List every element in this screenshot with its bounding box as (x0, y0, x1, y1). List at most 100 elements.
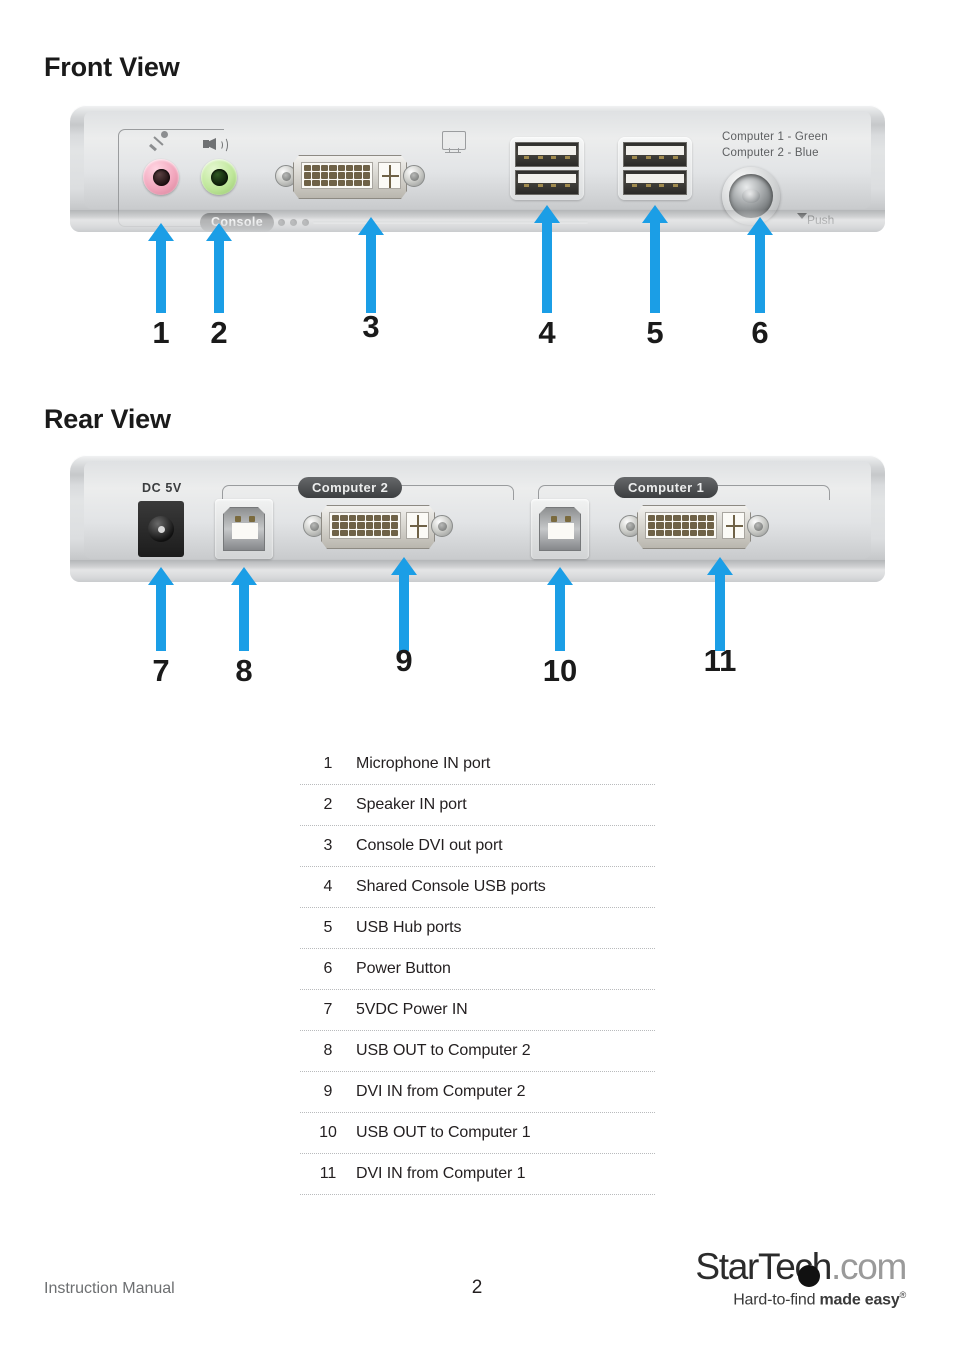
dvi-in-computer1-port (619, 503, 769, 551)
callout-number: 2 (210, 315, 228, 350)
shared-console-usb-ports (510, 137, 584, 200)
legend-description: Power Button (356, 960, 451, 977)
logo-wordmark: StarTech.com (678, 1246, 907, 1288)
legend-description: Shared Console USB ports (356, 878, 546, 895)
dc-power-label: DC 5V (142, 481, 182, 495)
logo-wordmark-secondary: .com (831, 1246, 907, 1287)
push-caret-icon (797, 213, 807, 219)
usb-out-computer1-port (531, 499, 589, 559)
dvi-analog-pins (406, 512, 429, 539)
port-legend-table: 1 Microphone IN port 2 Speaker IN port 3… (300, 744, 655, 1195)
legend-description: DVI IN from Computer 1 (356, 1165, 526, 1182)
usb-port-upper (515, 142, 579, 167)
callout-number: 5 (646, 315, 664, 350)
usb-b-cavity (539, 507, 581, 551)
table-row: 11 DVI IN from Computer 1 (300, 1154, 655, 1195)
microphone-in-jack (143, 159, 179, 195)
manual-page: Front View Console Computer 1 - Green Co… (0, 0, 954, 1345)
computer2-badge: Computer 2 (298, 477, 403, 498)
dvi-pin-field (301, 162, 373, 189)
legend-number: 3 (323, 837, 333, 854)
table-row: 9 DVI IN from Computer 2 (300, 1072, 655, 1113)
monitor-icon-frame (442, 131, 468, 155)
logo-dot-icon (798, 1265, 820, 1287)
dc-jack-pin (157, 525, 165, 533)
callout-number: 3 (362, 309, 380, 344)
dvi-screw-right (403, 165, 425, 187)
speaker-jack-hole (210, 168, 228, 186)
dvi-pin-field (329, 512, 401, 539)
computer1-badge: Computer 1 (614, 477, 719, 498)
callout-number: 7 (152, 653, 170, 688)
logo-tagline: Hard-to-find made easy® (678, 1290, 906, 1309)
legend-description: USB Hub ports (356, 919, 462, 936)
front-view-heading: Front View (44, 52, 180, 82)
tagline-bold: made easy (819, 1291, 900, 1309)
dvi-pin-field (645, 512, 717, 539)
front-view-figure: Console Computer 1 - Green Computer 2 - … (70, 105, 885, 350)
microphone-jack-hole (152, 168, 170, 186)
dvi-analog-pins (722, 512, 745, 539)
callout-number: 4 (538, 315, 556, 350)
legend-number: 8 (323, 1042, 333, 1059)
legend-number: 5 (323, 919, 333, 936)
legend-description: USB OUT to Computer 2 (356, 1042, 531, 1059)
usb-hub-port-lower (623, 170, 687, 195)
legend-description: Speaker IN port (356, 796, 467, 813)
legend-number: 1 (323, 755, 333, 772)
usb-out-computer2-port (215, 499, 273, 559)
switch-note-line-2: Computer 2 - Blue (722, 147, 819, 159)
legend-description: 5VDC Power IN (356, 1001, 468, 1018)
table-row: 8 USB OUT to Computer 2 (300, 1031, 655, 1072)
legend-number: 11 (319, 1165, 337, 1182)
callout-number: 9 (395, 643, 413, 678)
callout-number: 10 (542, 653, 578, 688)
usb-b-cavity (223, 507, 265, 551)
usb-port-lower (515, 170, 579, 195)
usb-hub-ports (618, 137, 692, 200)
microphone-icon (148, 131, 170, 155)
dvi-in-computer2-port (303, 503, 453, 551)
dvi-screw-right (747, 515, 769, 537)
tagline-light: Hard-to-find (733, 1291, 820, 1309)
power-button-cap (729, 174, 773, 218)
legend-number: 4 (323, 878, 333, 895)
legend-description: USB OUT to Computer 1 (356, 1124, 531, 1141)
callout-number: 11 (703, 643, 737, 678)
push-label: Push (807, 213, 835, 227)
table-row: 6 Power Button (300, 949, 655, 990)
rear-view-figure: DC 5V Computer 2 Computer 1 7 8 9 10 11 (70, 455, 885, 688)
rear-view-heading: Rear View (44, 404, 171, 434)
speaker-icon (203, 135, 229, 153)
legend-number: 7 (323, 1001, 333, 1018)
callout-number: 1 (152, 315, 170, 350)
table-row: 3 Console DVI out port (300, 826, 655, 867)
table-row: 2 Speaker IN port (300, 785, 655, 826)
table-row: 4 Shared Console USB ports (300, 867, 655, 908)
callout-number: 6 (751, 315, 769, 350)
table-row: 7 5VDC Power IN (300, 990, 655, 1031)
table-row: 10 USB OUT to Computer 1 (300, 1113, 655, 1154)
legend-description: Microphone IN port (356, 755, 491, 772)
switch-note-line-1: Computer 1 - Green (722, 131, 828, 143)
dc-jack-ring (148, 516, 174, 542)
table-row: 5 USB Hub ports (300, 908, 655, 949)
legend-number: 6 (323, 960, 333, 977)
legend-number: 10 (319, 1124, 337, 1141)
legend-number: 2 (323, 796, 333, 813)
dvi-screw-right (431, 515, 453, 537)
tagline-registered-mark: ® (899, 1290, 907, 1300)
dvi-analog-pins (378, 162, 401, 189)
usb-hub-port-upper (623, 142, 687, 167)
status-led-dots (278, 219, 309, 226)
startech-logo: StarTech.com Hard-to-find made easy® (678, 1246, 907, 1309)
speaker-in-jack (201, 159, 237, 195)
dc-power-in-jack (138, 501, 184, 557)
table-row: 1 Microphone IN port (300, 744, 655, 785)
legend-description: DVI IN from Computer 2 (356, 1083, 526, 1100)
legend-number: 9 (323, 1083, 333, 1100)
console-dvi-out-port (275, 153, 425, 201)
legend-description: Console DVI out port (356, 837, 503, 854)
callout-number: 8 (235, 653, 253, 688)
rear-device-body: DC 5V Computer 2 Computer 1 (70, 455, 885, 582)
